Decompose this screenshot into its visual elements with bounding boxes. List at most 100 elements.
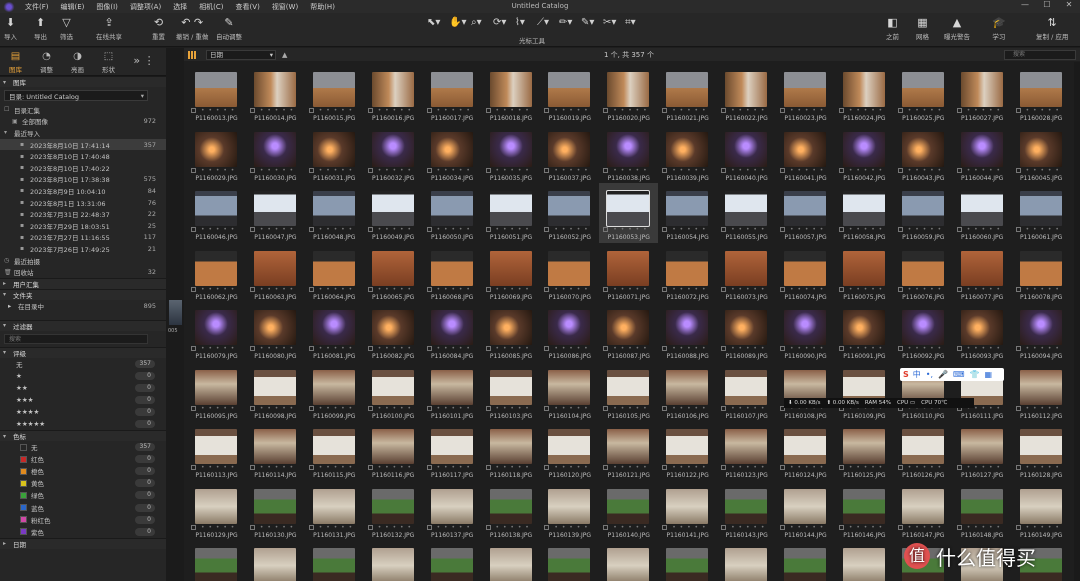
- thumbnail-image[interactable]: [607, 488, 650, 524]
- thumbnail-cell[interactable]: • • • • • P1160144.JPG: [776, 481, 835, 541]
- thumbnail-cell[interactable]: • • • • • P1160123.JPG: [717, 421, 776, 481]
- select-checkbox[interactable]: [308, 346, 314, 351]
- before-after-button[interactable]: ◧ 之前: [886, 15, 899, 41]
- cursor-tool-icon[interactable]: ✋▾: [449, 17, 466, 28]
- thumbnail-image[interactable]: [253, 72, 296, 107]
- select-checkbox[interactable]: [780, 227, 785, 232]
- cursor-tool-icon[interactable]: ⌕▾: [471, 17, 482, 28]
- rating-stars-icon[interactable]: • • • • •: [613, 227, 647, 233]
- color-tag-filter[interactable]: 红色 0: [0, 453, 166, 465]
- close-button[interactable]: ✕: [1058, 0, 1080, 13]
- thumbnail-cell[interactable]: • • • • • P1160080.JPG: [246, 302, 305, 362]
- rating-stars-icon[interactable]: • • • • •: [201, 346, 235, 352]
- thumbnail-cell[interactable]: • • • • • P1160049.JPG: [364, 183, 423, 243]
- select-checkbox[interactable]: [544, 524, 550, 530]
- menu-item[interactable]: 编辑(E): [55, 2, 91, 12]
- folders-header[interactable]: ▾ 文件夹: [0, 288, 166, 300]
- select-checkbox[interactable]: [308, 167, 314, 173]
- rating-stars-icon[interactable]: • • • • •: [319, 227, 353, 233]
- thumbnail-image[interactable]: [960, 72, 1003, 107]
- sort-select[interactable]: 日期 ▾: [206, 49, 276, 60]
- rating-stars-icon[interactable]: • • • • •: [319, 286, 353, 293]
- select-checkbox[interactable]: [191, 108, 196, 113]
- select-checkbox[interactable]: [191, 346, 196, 351]
- thumbnail-image[interactable]: [607, 131, 650, 167]
- thumbnail-image[interactable]: [253, 310, 296, 345]
- thumbnail-cell[interactable]: • • • • • P1160068.JPG: [423, 243, 482, 303]
- select-checkbox[interactable]: [897, 346, 903, 351]
- thumbnail-image[interactable]: [371, 429, 414, 464]
- thumbnail-image[interactable]: [430, 310, 473, 345]
- select-checkbox[interactable]: [485, 286, 491, 292]
- rating-stars-icon[interactable]: • • • • •: [613, 286, 647, 293]
- select-checkbox[interactable]: [662, 524, 668, 530]
- rating-stars-icon[interactable]: • • • • •: [201, 227, 235, 233]
- rating-stars-icon[interactable]: • • • • •: [613, 167, 647, 174]
- thumbnail-image[interactable]: [901, 488, 944, 524]
- thumbnail-cell[interactable]: • • • • • P1160048.JPG: [305, 183, 364, 243]
- thumbnail-cell[interactable]: • • • • • P1160084.JPG: [423, 302, 482, 362]
- color-tag-filter[interactable]: 黄色 0: [0, 477, 166, 489]
- copy-apply-button[interactable]: ⇅ 复制 / 应用: [1036, 15, 1068, 41]
- rating-stars-icon[interactable]: • • • • •: [378, 108, 412, 114]
- thumbnail-cell[interactable]: • • • • • P1160146.JPG: [835, 481, 894, 541]
- thumbnail-cell[interactable]: • • • • • P1160109.JPG: [835, 362, 894, 422]
- select-checkbox[interactable]: [426, 227, 432, 232]
- thumbnail-image[interactable]: [489, 488, 532, 524]
- thumbnail-cell[interactable]: • • • • • P1160118.JPG: [482, 421, 541, 481]
- rating-stars-icon[interactable]: • • • • •: [908, 227, 942, 233]
- thumbnail-cell[interactable]: • • • • • P1160089.JPG: [717, 302, 776, 362]
- thumbnail-cell[interactable]: • • • • • P1160147.JPG: [894, 481, 953, 541]
- rating-stars-icon[interactable]: • • • • •: [967, 227, 1001, 233]
- library-item[interactable]: ▪ 2023年7月31日 22:48:37 22: [0, 208, 166, 220]
- thumbnail-image[interactable]: [725, 369, 768, 405]
- rating-stars-icon[interactable]: • • • • •: [201, 167, 235, 174]
- thumbnail-image[interactable]: [489, 250, 532, 286]
- rating-stars-icon[interactable]: • • • • •: [437, 405, 471, 412]
- thumbnail-image[interactable]: [607, 72, 650, 107]
- select-checkbox[interactable]: [191, 465, 196, 470]
- rating-stars-icon[interactable]: • • • • •: [613, 405, 647, 412]
- thumbnail-image[interactable]: [548, 250, 591, 286]
- thumbnail-image[interactable]: [489, 369, 532, 405]
- select-checkbox[interactable]: [897, 167, 903, 173]
- rating-stars-icon[interactable]: • • • • •: [201, 524, 235, 531]
- select-checkbox[interactable]: [308, 405, 314, 411]
- share-button[interactable]: ⇪ 在线共享: [96, 15, 122, 41]
- select-checkbox[interactable]: [956, 167, 962, 173]
- thumbnail-image[interactable]: [430, 191, 473, 226]
- thumbnail-cell[interactable]: • • • • • P1160021.JPG: [658, 64, 717, 124]
- select-checkbox[interactable]: [603, 167, 609, 173]
- thumbnail-image[interactable]: [312, 72, 355, 107]
- thumbnail-image[interactable]: [195, 369, 237, 405]
- thumbnail-image[interactable]: [725, 191, 768, 226]
- thumbnail-cell[interactable]: • • • • •: [187, 540, 246, 581]
- color-tag-filter[interactable]: 无 357: [0, 441, 166, 453]
- thumbnail-image[interactable]: [430, 548, 473, 581]
- select-checkbox[interactable]: [249, 524, 255, 530]
- thumbnail-image[interactable]: [842, 191, 885, 226]
- thumbnail-cell[interactable]: • • • • • P1160037.JPG: [540, 124, 599, 184]
- select-checkbox[interactable]: [780, 167, 785, 173]
- thumbnail-cell[interactable]: • • • • • P1160057.JPG: [776, 183, 835, 243]
- cursor-tool-icon[interactable]: ⌗▾: [625, 17, 636, 28]
- thumbnail-cell[interactable]: • • • • • P1160035.JPG: [482, 124, 541, 184]
- thumbnail-image[interactable]: [725, 72, 768, 107]
- thumbnail-cell[interactable]: • • • • • P1160065.JPG: [364, 243, 423, 303]
- thumbnail-image[interactable]: [253, 191, 296, 226]
- select-checkbox[interactable]: [662, 465, 668, 470]
- thumbnail-image[interactable]: [430, 250, 473, 286]
- rating-stars-icon[interactable]: • • • • •: [437, 524, 471, 531]
- select-checkbox[interactable]: [249, 167, 255, 173]
- thumbnail-image[interactable]: [548, 369, 591, 405]
- menu-item[interactable]: 调整项(A): [124, 2, 167, 12]
- thumbnail-cell[interactable]: • • • • • P1160055.JPG: [717, 183, 776, 243]
- rating-stars-icon[interactable]: • • • • •: [731, 227, 765, 233]
- rating-stars-icon[interactable]: • • • • •: [672, 167, 706, 174]
- thumbnail-image[interactable]: [489, 191, 532, 226]
- select-checkbox[interactable]: [662, 286, 668, 292]
- thumbnail-image[interactable]: [960, 191, 1003, 226]
- tab-adjust[interactable]: ◔ 调整: [31, 48, 62, 75]
- thumbnail-image[interactable]: [960, 250, 1003, 286]
- thumbnail-cell[interactable]: • • • • • P1160042.JPG: [835, 124, 894, 184]
